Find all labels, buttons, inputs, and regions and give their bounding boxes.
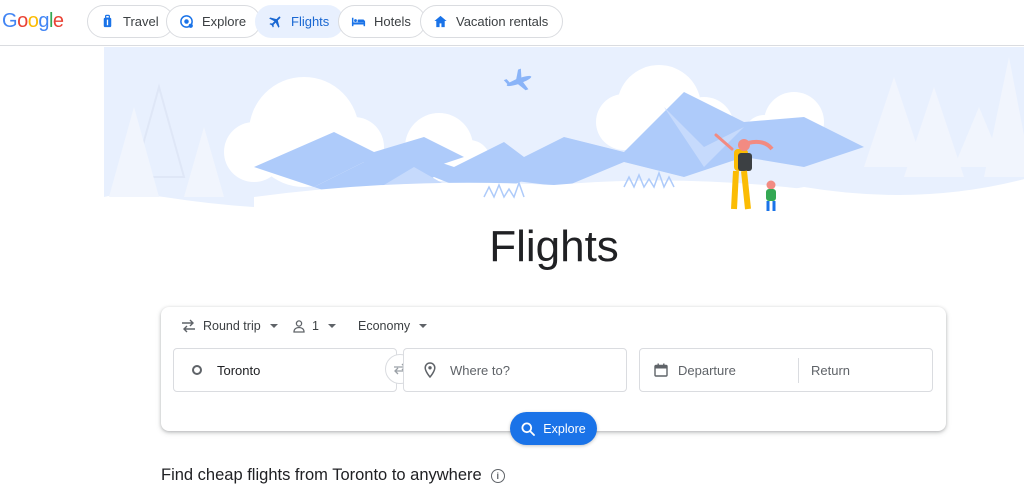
- location-pin-icon: [424, 362, 436, 378]
- luggage-icon: [103, 14, 112, 28]
- passengers-select[interactable]: 1: [293, 319, 336, 333]
- top-bar: Google Travel Explore Flights Hotels Vac…: [0, 0, 1024, 46]
- explore-button[interactable]: Explore: [510, 412, 597, 445]
- cabin-class-select[interactable]: Economy: [358, 319, 428, 333]
- mountain-landscape-illustration: [104, 47, 1024, 227]
- nav-travel[interactable]: Travel: [87, 5, 174, 38]
- return-placeholder[interactable]: Return: [811, 363, 850, 378]
- hero-illustration: [104, 47, 1024, 227]
- destination-field[interactable]: Where to?: [403, 348, 627, 392]
- airplane-icon: [269, 16, 281, 28]
- origin-field[interactable]: Toronto: [173, 348, 397, 392]
- nav-vacation-rentals-label: Vacation rentals: [456, 14, 549, 29]
- nav-vacation-rentals[interactable]: Vacation rentals: [420, 5, 564, 38]
- origin-circle-icon: [192, 365, 202, 375]
- nav-travel-label: Travel: [123, 14, 159, 29]
- person-icon: [293, 319, 305, 333]
- chevron-down-icon: [269, 324, 278, 328]
- page-title: Flights: [489, 222, 619, 271]
- nav-explore-label: Explore: [202, 14, 247, 29]
- dates-field[interactable]: Departure Return: [639, 348, 933, 392]
- destination-placeholder: Where to?: [450, 362, 510, 378]
- nav-hotels[interactable]: Hotels: [338, 5, 426, 38]
- origin-value: Toronto: [217, 362, 261, 378]
- trip-type-select[interactable]: Round trip: [181, 319, 278, 333]
- explore-icon: [180, 15, 193, 28]
- passengers-value: 1: [312, 319, 319, 333]
- departure-placeholder[interactable]: Departure: [678, 363, 736, 378]
- house-icon: [434, 15, 447, 28]
- nav-flights-label: Flights: [291, 14, 330, 29]
- info-icon[interactable]: i: [490, 468, 505, 483]
- explore-button-label: Explore: [543, 421, 586, 436]
- nav-hotels-label: Hotels: [374, 14, 411, 29]
- swap-arrows-icon: [182, 319, 195, 333]
- nav-flights[interactable]: Flights: [255, 5, 345, 38]
- trip-type-value: Round trip: [203, 319, 261, 333]
- chevron-down-icon: [419, 324, 428, 328]
- bed-icon: [351, 17, 366, 27]
- nav-explore[interactable]: Explore: [166, 5, 262, 38]
- cabin-class-value: Economy: [358, 319, 411, 333]
- google-logo[interactable]: Google: [2, 10, 64, 33]
- chevron-down-icon: [327, 324, 336, 328]
- search-icon: [521, 422, 536, 436]
- cheap-flights-heading-text: Find cheap flights from Toronto to anywh…: [161, 466, 482, 484]
- date-divider: [798, 358, 799, 383]
- calendar-icon: [654, 363, 668, 377]
- cheap-flights-heading: Find cheap flights from Toronto to anywh…: [161, 466, 505, 485]
